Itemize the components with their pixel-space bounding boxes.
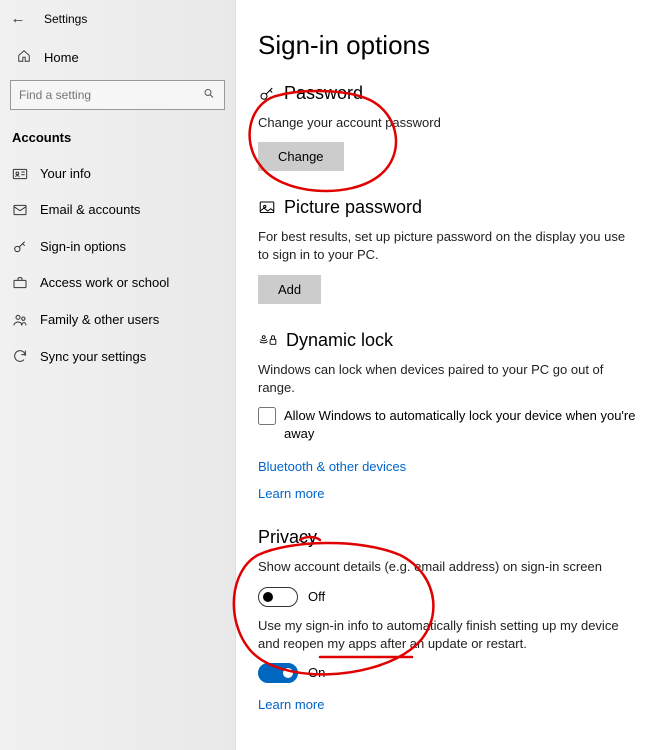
password-heading: Password: [284, 83, 363, 104]
dynamic-lock-checkbox-label: Allow Windows to automatically lock your…: [284, 407, 636, 443]
key-icon: [258, 85, 276, 103]
window-title: Settings: [44, 12, 87, 26]
dynamic-lock-heading: Dynamic lock: [286, 330, 393, 351]
dynamic-lock-desc: Windows can lock when devices paired to …: [258, 361, 636, 397]
search-input[interactable]: [10, 80, 225, 110]
show-account-details-toggle[interactable]: [258, 587, 298, 607]
privacy-toggle2-desc: Use my sign-in info to automatically fin…: [258, 617, 636, 653]
picture-password-desc: For best results, set up picture passwor…: [258, 228, 636, 264]
section-password: Password Change your account password Ch…: [258, 83, 636, 171]
home-nav[interactable]: Home: [0, 41, 235, 74]
sidebar-item-family-users[interactable]: Family & other users: [0, 301, 235, 338]
settings-sidebar: ← Settings Home Accounts Your info Email…: [0, 0, 236, 750]
nav-label: Family & other users: [40, 312, 159, 327]
picture-icon: [258, 199, 276, 217]
home-label: Home: [44, 50, 79, 65]
dynamic-lock-icon: [258, 331, 278, 349]
add-button[interactable]: Add: [258, 275, 321, 304]
sidebar-item-access-work-school[interactable]: Access work or school: [0, 265, 235, 302]
nav-label: Sign-in options: [40, 239, 126, 254]
back-button[interactable]: ←: [10, 10, 26, 27]
nav-label: Access work or school: [40, 275, 169, 290]
dynamic-lock-checkbox[interactable]: [258, 407, 276, 425]
key-icon: [12, 238, 34, 255]
learn-more-link[interactable]: Learn more: [258, 486, 324, 501]
nav-label: Sync your settings: [40, 349, 146, 364]
sidebar-item-email-accounts[interactable]: Email & accounts: [0, 192, 235, 229]
section-picture-password: Picture password For best results, set u…: [258, 197, 636, 303]
change-button[interactable]: Change: [258, 142, 344, 171]
password-desc: Change your account password: [258, 114, 636, 132]
picture-password-heading: Picture password: [284, 197, 422, 218]
nav-label: Your info: [40, 166, 91, 181]
people-icon: [12, 311, 34, 328]
briefcase-icon: [12, 275, 34, 292]
page-title: Sign-in options: [258, 30, 636, 61]
privacy-learn-more-link[interactable]: Learn more: [258, 697, 324, 712]
category-header: Accounts: [0, 124, 235, 155]
section-dynamic-lock: Dynamic lock Windows can lock when devic…: [258, 330, 636, 502]
person-card-icon: [12, 165, 34, 182]
privacy-heading: Privacy: [258, 527, 317, 548]
nav-label: Email & accounts: [40, 202, 140, 217]
section-privacy: Privacy Show account details (e.g. email…: [258, 527, 636, 712]
sidebar-item-your-info[interactable]: Your info: [0, 155, 235, 192]
bluetooth-link[interactable]: Bluetooth & other devices: [258, 459, 406, 474]
sidebar-item-sign-in-options[interactable]: Sign-in options: [0, 228, 235, 265]
sidebar-item-sync-settings[interactable]: Sync your settings: [0, 338, 235, 375]
toggle1-state: Off: [308, 589, 325, 604]
mail-icon: [12, 202, 34, 219]
sync-icon: [12, 348, 34, 365]
toggle2-state: On: [308, 665, 325, 680]
main-content: Sign-in options Password Change your acc…: [236, 0, 658, 750]
use-signin-info-toggle[interactable]: [258, 663, 298, 683]
privacy-toggle1-desc: Show account details (e.g. email address…: [258, 558, 636, 576]
home-icon: [14, 49, 34, 66]
